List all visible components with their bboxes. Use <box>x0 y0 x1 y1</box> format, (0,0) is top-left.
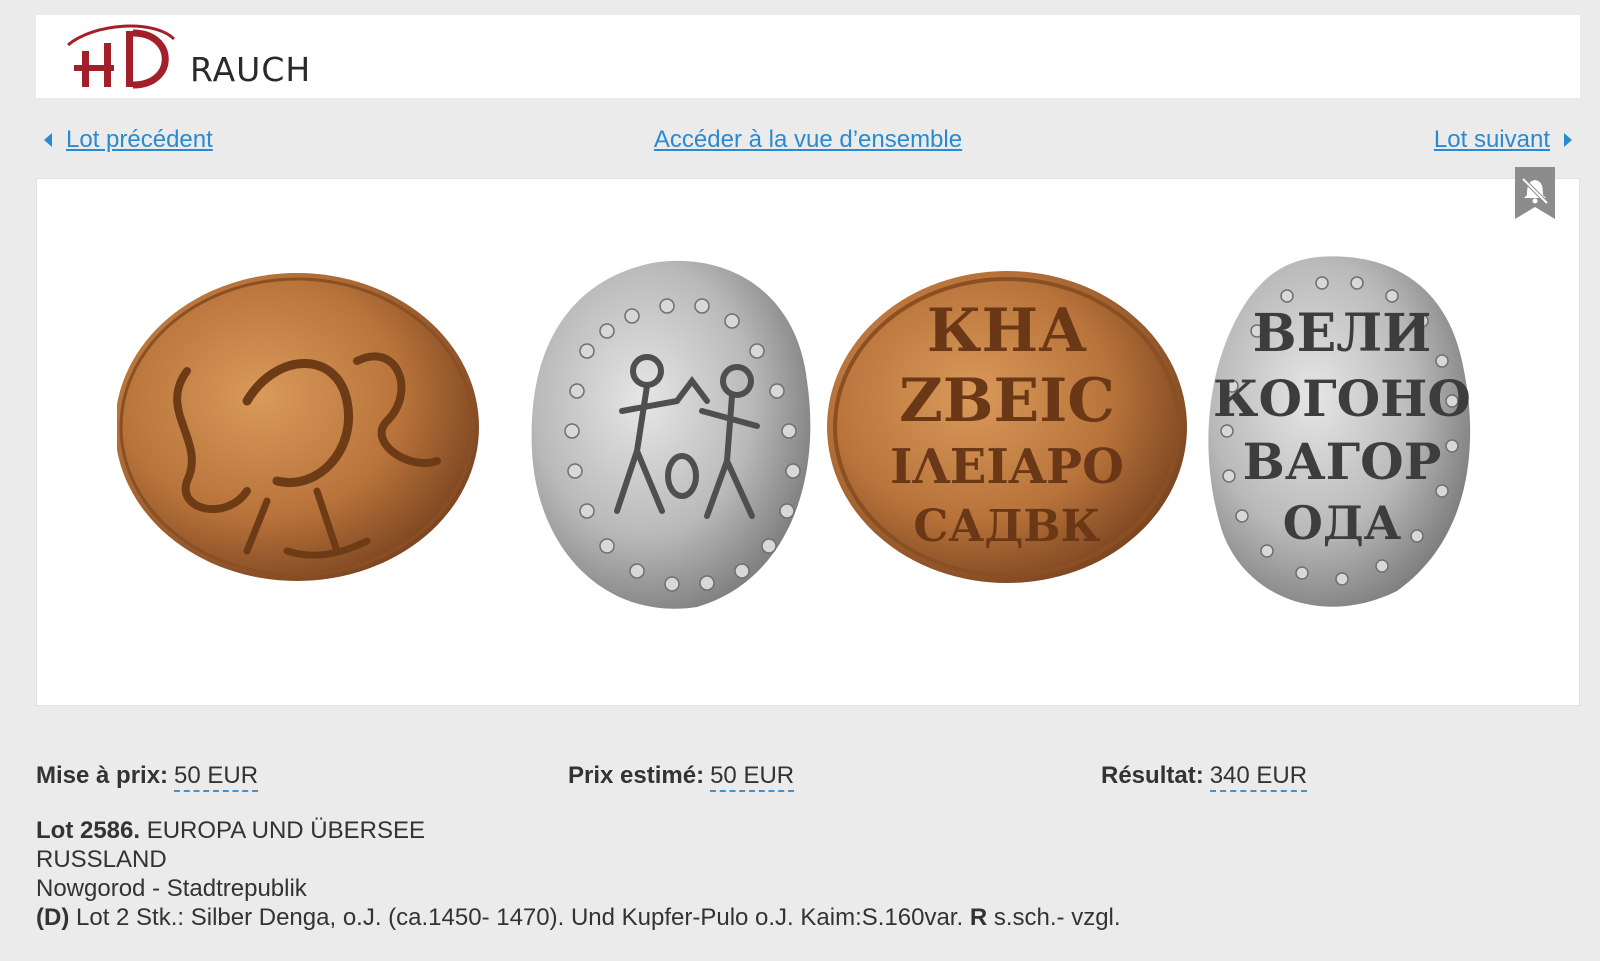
coin-4-line-3: ВАГОР <box>1243 432 1442 491</box>
logo[interactable]: RAUCH <box>64 21 311 91</box>
previous-lot-label: Lot précédent <box>66 126 213 153</box>
coin-photo: КНА ZΒΕΙС ΙΛΕΙΑΡΟ САДВК ВЕЛИ КОГОНО ВАГО… <box>117 256 1471 609</box>
lot-region: Nowgorod - Stadtrepublik <box>36 875 307 902</box>
overview-link[interactable]: Accéder à la vue d’ensemble <box>654 126 962 154</box>
coin-3-line-4: САДВК <box>913 501 1100 552</box>
start-price: Mise à prix: 50 EUR <box>36 762 259 792</box>
estimate-price-label: Prix estimé: <box>568 762 705 789</box>
bell-slash-icon <box>1515 167 1555 219</box>
lot-number: Lot 2586. <box>36 817 141 844</box>
previous-lot-link[interactable]: Lot précédent <box>44 126 213 154</box>
hd-logo-icon <box>67 24 176 89</box>
lot-image-panel[interactable]: КНА ZΒΕΙС ΙΛΕΙΑΡΟ САДВК ВЕЛИ КОГОНО ВАГО… <box>36 167 1580 706</box>
lot-prefix: (D) <box>36 904 70 931</box>
coin-4-line-2: КОГОНО <box>1213 369 1471 428</box>
result-price-value[interactable]: 340 EUR <box>1209 762 1308 792</box>
site-header: RAUCH <box>36 15 1580 98</box>
page: RAUCH Lot précédent Accéder à la vue d’e… <box>36 15 1580 932</box>
result-price-label: Résultat: <box>1101 762 1204 789</box>
coin-4-line-4: ОДА <box>1283 496 1402 550</box>
coin-4-silver: ВЕЛИ КОГОНО ВАГОР ОДА <box>1208 256 1471 607</box>
price-row: Mise à prix: 50 EUR Prix estimé: 50 EUR Ré… <box>36 762 1580 802</box>
estimate-price: Prix estimé: 50 EUR <box>568 762 795 792</box>
coin-4-line-1: ВЕЛИ <box>1253 303 1432 364</box>
lot-text: Lot 2 Stk.: Silber Denga, o.J. (ca.1450-… <box>76 904 964 931</box>
result-price: Résultat: 340 EUR <box>1101 762 1308 792</box>
start-price-label: Mise à prix: <box>36 762 169 789</box>
caret-left-icon <box>44 133 52 147</box>
lot-details: (D) Lot 2 Stk.: Silber Denga, o.J. (ca.1… <box>36 903 1580 932</box>
estimate-price-value[interactable]: 50 EUR <box>710 762 795 792</box>
lot-category: EUROPA UND ÜBERSEE <box>146 817 426 844</box>
lot-heading: Lot 2586. EUROPA UND ÜBERSEE <box>36 816 1580 845</box>
coin-1-copper <box>117 273 479 581</box>
next-lot-label: Lot suivant <box>1433 126 1550 153</box>
start-price-value[interactable]: 50 EUR <box>174 762 259 792</box>
lot-country: RUSSLAND <box>36 846 167 873</box>
coin-3-line-2: ZΒΕΙС <box>899 366 1115 436</box>
caret-right-icon <box>1564 133 1572 147</box>
lot-navigation: Lot précédent Accéder à la vue d’ensembl… <box>36 106 1580 166</box>
coin-3-line-3: ΙΛΕΙΑΡΟ <box>890 439 1124 495</box>
lot-rarity: R <box>969 904 988 931</box>
coin-3-copper: КНА ZΒΕΙС ΙΛΕΙΑΡΟ САДВК <box>827 271 1187 583</box>
coin-3-line-1: КНА <box>927 296 1087 366</box>
coin-2-silver <box>531 260 811 609</box>
lot-description: Lot 2586. EUROPA UND ÜBERSEE RUSSLAND No… <box>36 816 1580 932</box>
logo-text: RAUCH <box>190 50 312 89</box>
lot-grade: s.sch.- vzgl. <box>993 904 1121 931</box>
next-lot-link[interactable]: Lot suivant <box>1434 126 1572 154</box>
watch-bookmark-button[interactable] <box>1515 167 1555 219</box>
